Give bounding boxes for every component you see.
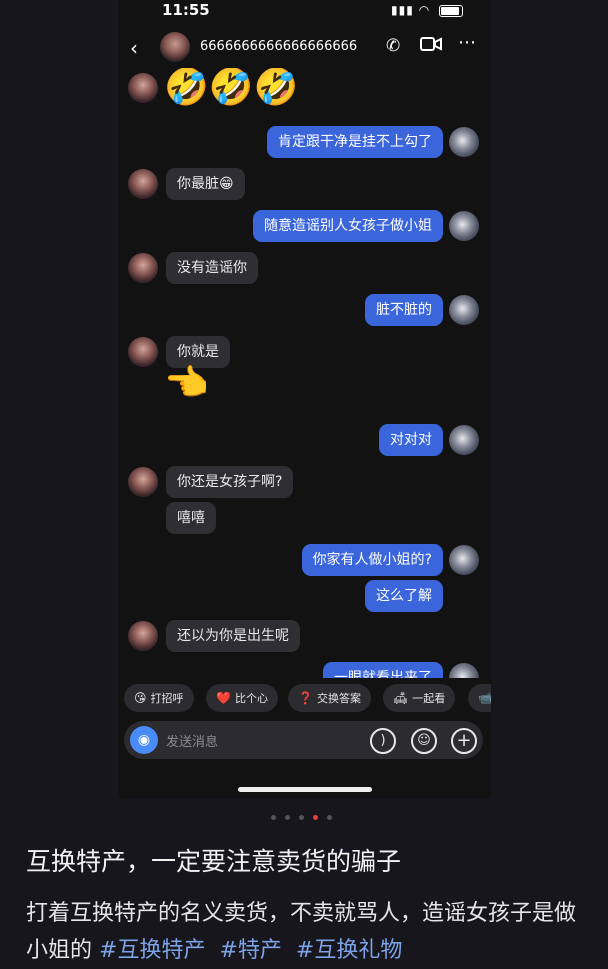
emoji-icon[interactable]: ☺ [411, 728, 437, 754]
quick-action-icon: 📹 [478, 691, 491, 705]
my-avatar[interactable] [449, 545, 479, 575]
quick-action-chip[interactable]: 📹 [468, 684, 491, 712]
sent-message[interactable]: 这么了解 [365, 580, 443, 612]
contact-avatar[interactable] [128, 621, 158, 651]
hashtag[interactable]: #互换特产 [99, 938, 205, 963]
signal-icon: ▮▮▮ [391, 3, 414, 17]
quick-action-chip[interactable]: 😘 打招呼 [124, 684, 194, 712]
received-message[interactable]: 还以为你是出生呢 [166, 620, 300, 652]
contact-avatar[interactable] [160, 32, 190, 62]
phone-screen: 11:55 ▮▮▮ ◠ ‹ 6666666666666666666 ✆ ⋯ 🤣🤣… [118, 0, 491, 798]
post-title: 互换特产，一定要注意卖货的骗子 [26, 847, 402, 876]
voice-icon[interactable]: ) [370, 728, 396, 754]
my-avatar[interactable] [449, 127, 479, 157]
pager-dot[interactable] [271, 815, 276, 820]
message-list[interactable]: 🤣🤣🤣 肯定跟干净是挂不上勾了 你最脏😁 随意造谣别人女孩子做小姐没有造谣你脏不脏的你… [118, 68, 491, 678]
contact-avatar[interactable] [128, 467, 158, 497]
wifi-icon: ◠ [418, 3, 431, 17]
emoji-message[interactable]: 👈 [164, 364, 209, 404]
contact-avatar[interactable] [128, 337, 158, 367]
sent-message[interactable]: 肯定跟干净是挂不上勾了 [267, 126, 443, 158]
quick-action-icon: 😘 [134, 691, 147, 705]
my-avatar[interactable] [449, 663, 479, 678]
pager-dot[interactable] [313, 815, 318, 820]
my-avatar[interactable] [449, 295, 479, 325]
received-message[interactable]: 你最脏😁 [166, 168, 245, 200]
status-time: 11:55 [162, 1, 210, 19]
sent-message[interactable]: 一眼就看出来了 [323, 662, 443, 678]
received-message[interactable]: 你还是女孩子啊? [166, 466, 294, 498]
status-bar: 11:55 ▮▮▮ ◠ [118, 0, 491, 22]
message-input-bar: ◉ 发送消息 ) ☺ + [124, 721, 483, 759]
sent-message[interactable]: 对对对 [379, 424, 443, 456]
hashtag[interactable]: #特产 [219, 938, 281, 963]
contact-avatar[interactable] [128, 253, 158, 283]
status-icons: ▮▮▮ ◠ [391, 3, 463, 17]
quick-action-label: 交换答案 [316, 692, 361, 705]
post-description: 打着互换特产的名义卖货，不卖就骂人，造谣女孩子是做小姐的 #互换特产 #特产 #… [26, 895, 586, 969]
quick-actions-bar: 😘 打招呼 ❤️ 比个心 ❓ 交换答案 🛋 一起看 📹 [118, 684, 491, 714]
pager-dot[interactable] [299, 815, 304, 820]
contact-name[interactable]: 6666666666666666666 [200, 39, 357, 54]
contact-avatar[interactable] [128, 73, 158, 103]
video-call-icon[interactable] [420, 35, 442, 58]
my-avatar[interactable] [449, 211, 479, 241]
quick-action-chip[interactable]: ❤️ 比个心 [206, 684, 278, 712]
received-message[interactable]: 没有造谣你 [166, 252, 258, 284]
contact-avatar[interactable] [128, 169, 158, 199]
quick-action-label: 比个心 [234, 692, 268, 705]
add-icon[interactable]: + [451, 728, 477, 754]
camera-icon[interactable]: ◉ [130, 726, 158, 754]
quick-action-label: 一起看 [412, 692, 446, 705]
hashtag[interactable]: #互换礼物 [296, 938, 402, 963]
quick-action-chip[interactable]: ❓ 交换答案 [288, 684, 371, 712]
emoji-message[interactable]: 🤣🤣🤣 [164, 68, 298, 108]
quick-action-chip[interactable]: 🛋 一起看 [383, 684, 456, 712]
more-options-icon[interactable]: ⋯ [458, 32, 476, 53]
home-indicator [238, 787, 372, 792]
quick-action-icon: ❤️ [216, 691, 231, 705]
sent-message[interactable]: 你家有人做小姐的? [301, 544, 443, 576]
battery-icon [439, 4, 463, 17]
sent-message[interactable]: 随意造谣别人女孩子做小姐 [253, 210, 443, 242]
sent-message[interactable]: 脏不脏的 [365, 294, 443, 326]
message-input[interactable]: 发送消息 [166, 731, 218, 750]
quick-action-icon: ❓ [298, 691, 313, 705]
back-arrow-icon[interactable]: ‹ [130, 36, 138, 60]
phone-call-icon[interactable]: ✆ [386, 36, 400, 56]
quick-action-label: 打招呼 [150, 692, 184, 705]
pager-dot[interactable] [327, 815, 332, 820]
quick-action-icon: 🛋 [393, 691, 409, 705]
received-message[interactable]: 嘻嘻 [166, 502, 216, 534]
chat-header: ‹ 6666666666666666666 ✆ ⋯ [118, 28, 491, 68]
my-avatar[interactable] [449, 425, 479, 455]
pager-dot[interactable] [285, 815, 290, 820]
